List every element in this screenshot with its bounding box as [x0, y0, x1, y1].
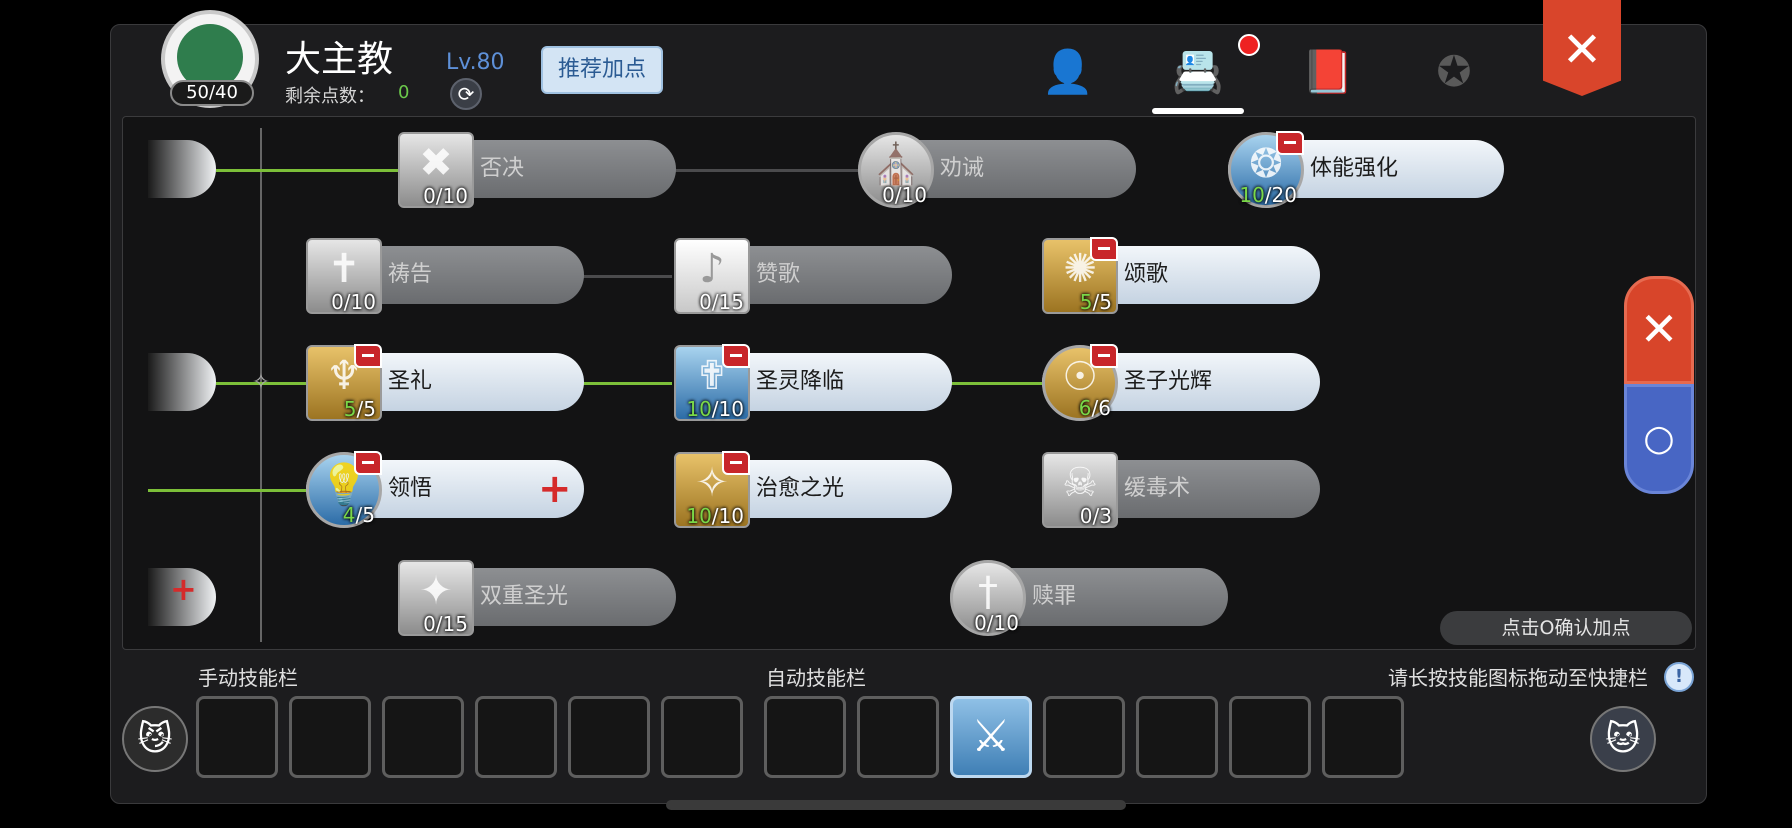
close-icon[interactable]: ✕	[1543, 0, 1621, 96]
auto-skill-slot[interactable]	[1136, 696, 1218, 778]
minus-icon[interactable]	[722, 451, 750, 475]
skill-name: 圣礼	[388, 369, 433, 394]
manual-skill-slot[interactable]	[196, 696, 278, 778]
auto-skill-slot[interactable]	[1229, 696, 1311, 778]
remaining-points-label: 剩余点数：	[285, 86, 375, 107]
skill-name: 治愈之光	[756, 476, 845, 501]
tab-book-icon[interactable]: 📕	[1298, 44, 1358, 100]
plus-icon[interactable]: +	[170, 570, 197, 608]
class-title: 大主教	[285, 39, 394, 80]
auto-skill-bar-label: 自动技能栏	[766, 666, 866, 690]
branch-stub	[148, 353, 216, 411]
tree-node-ornament-icon: ✧	[251, 370, 271, 395]
skill-name: 体能强化	[1310, 156, 1399, 181]
connector-line	[950, 382, 1044, 385]
confirm-points-button[interactable]: ○	[1624, 384, 1694, 494]
notification-dot	[1238, 34, 1260, 56]
points-badge: 50/40	[170, 80, 254, 106]
stop-skull-icon: ☠	[1062, 460, 1098, 506]
skill-name: 劝诫	[940, 156, 985, 181]
manual-skill-slot[interactable]	[661, 696, 743, 778]
music-note-icon: ♪	[699, 246, 725, 292]
skill-icon[interactable]: ✖ 0/10	[398, 132, 474, 208]
skill-icon[interactable]: ⛪ 0/10	[858, 132, 934, 208]
auto-skill-slot[interactable]	[1043, 696, 1125, 778]
minus-icon[interactable]	[354, 344, 382, 368]
connector-line	[672, 169, 858, 172]
auto-skill-slot[interactable]	[857, 696, 939, 778]
add-point-icon[interactable]: +	[538, 460, 572, 518]
info-icon[interactable]: !	[1664, 662, 1694, 692]
connector-line	[582, 382, 672, 385]
minus-icon[interactable]	[354, 451, 382, 475]
refresh-icon[interactable]: ⟳	[450, 78, 482, 110]
skill-icon[interactable]: ✦ 0/15	[398, 560, 474, 636]
recommend-points-button[interactable]: 推荐加点	[541, 46, 663, 94]
cat-face-icon[interactable]: 😼	[122, 706, 188, 772]
cross-circle-icon: ✖	[419, 140, 453, 186]
manual-skill-bar-label: 手动技能栏	[198, 666, 298, 690]
minus-icon[interactable]	[722, 344, 750, 368]
minus-icon[interactable]	[1276, 131, 1304, 155]
skill-name: 双重圣光	[480, 584, 569, 609]
skill-name: 祷告	[388, 262, 433, 287]
minus-icon[interactable]	[1090, 237, 1118, 261]
drag-hint: 请长按技能图标拖动至快捷栏	[1388, 666, 1648, 690]
skill-icon[interactable]: ♪ 0/15	[674, 238, 750, 314]
skill-name: 缓毒术	[1124, 476, 1191, 501]
skill-name: 圣子光辉	[1124, 369, 1213, 394]
home-indicator-bar	[666, 800, 1126, 810]
remaining-points-value: 0	[398, 82, 410, 103]
tab-character-icon[interactable]: 👤	[1038, 44, 1098, 100]
connector-line	[148, 489, 308, 492]
branch-add-stub[interactable]: +	[148, 568, 216, 626]
skill-icon[interactable]: ✝ 0/10	[306, 238, 382, 314]
skill-name: 否决	[480, 156, 525, 181]
skill-name: 圣灵降临	[756, 369, 845, 394]
skill-name: 颂歌	[1124, 262, 1169, 287]
confirm-hint: 点击O确认加点	[1440, 611, 1692, 645]
skill-icon[interactable]: † 0/10	[950, 560, 1026, 636]
praying-robe-icon: ✝	[327, 246, 361, 292]
level-text: Lv.80	[446, 50, 505, 75]
kneeling-figure-icon: ⛪	[871, 142, 921, 188]
connector-line	[582, 275, 672, 278]
tab-skills-icon[interactable]: 📇	[1168, 44, 1228, 100]
active-tab-indicator	[1152, 108, 1244, 114]
manual-skill-slot[interactable]	[382, 696, 464, 778]
cancel-points-button[interactable]: ✕	[1624, 276, 1694, 384]
skill-icon[interactable]: ☠ 0/3	[1042, 452, 1118, 528]
manual-skill-slot[interactable]	[289, 696, 371, 778]
minus-icon[interactable]	[1090, 344, 1118, 368]
manual-skill-slot[interactable]	[568, 696, 650, 778]
skill-name: 赞歌	[756, 262, 801, 287]
skill-name: 领悟	[388, 476, 433, 501]
sword-icon: †	[978, 569, 998, 615]
auto-skill-slot-sword-icon[interactable]: ⚔	[950, 696, 1032, 778]
manual-skill-slot[interactable]	[475, 696, 557, 778]
auto-skill-slot[interactable]	[764, 696, 846, 778]
cat-face-icon[interactable]: 🐱	[1590, 706, 1656, 772]
auto-skill-slot[interactable]	[1322, 696, 1404, 778]
branch-stub	[148, 140, 216, 198]
tab-badge-icon[interactable]: ✪	[1424, 44, 1484, 100]
connector-line	[216, 169, 398, 172]
skill-name: 赎罪	[1032, 584, 1077, 609]
sparkle-icon: ✦	[419, 568, 453, 614]
